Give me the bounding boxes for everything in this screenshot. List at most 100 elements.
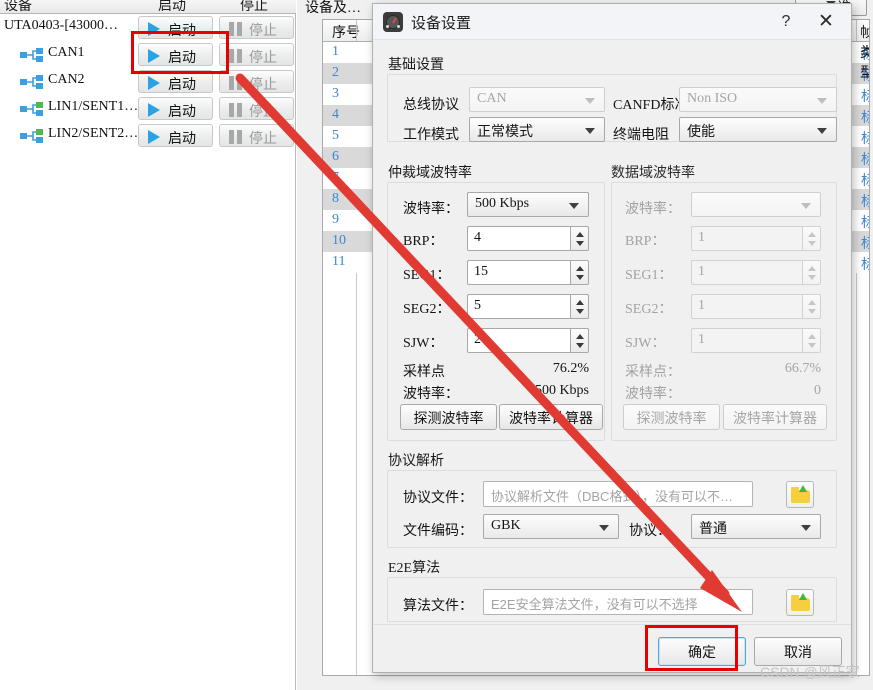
row-seq: 8: [332, 191, 339, 206]
arb-seg1-value: 15: [474, 264, 488, 279]
row-seq: 7: [332, 170, 339, 185]
arb-detect-baudrate-button[interactable]: 探测波特率: [400, 404, 497, 430]
terminal-resistor-label: 终端电阻: [613, 126, 669, 142]
play-icon: [148, 130, 160, 144]
help-button[interactable]: ?: [773, 10, 799, 34]
data-brp-stepper[interactable]: 1: [691, 226, 821, 251]
data-sjw-stepper[interactable]: 1: [691, 328, 821, 353]
arb-sample-point-value: 76.2%: [552, 361, 589, 376]
device-row-lin2[interactable]: LIN2/SENT2… 启动 停止: [0, 122, 296, 149]
stepper-up-icon[interactable]: [808, 232, 816, 237]
stepper-up-icon[interactable]: [808, 266, 816, 271]
stepper-up-icon[interactable]: [576, 232, 584, 237]
start-button-lin1[interactable]: 启动: [138, 97, 213, 120]
dialog-titlebar[interactable]: 设备设置 ? ✕: [373, 4, 851, 40]
protocol-file-input[interactable]: 协议解析文件（DBC格式），没有可以不…: [483, 481, 753, 507]
row-frame-type: 标…: [861, 191, 869, 211]
stepper-buttons[interactable]: [570, 260, 589, 285]
row-seq: 3: [332, 86, 339, 101]
stop-button-lin1[interactable]: 停止: [219, 97, 294, 120]
stepper-down-icon[interactable]: [808, 275, 816, 280]
arb-brp-label: BRP：: [403, 234, 444, 249]
data-seg2-stepper[interactable]: 1: [691, 294, 821, 319]
stepper-up-icon[interactable]: [808, 300, 816, 305]
close-icon[interactable]: ✕: [813, 10, 839, 34]
gauge-icon: [383, 12, 403, 32]
work-mode-label: 工作模式: [403, 126, 459, 142]
stepper-up-icon[interactable]: [576, 266, 584, 271]
device-name-label: LIN1/SENT1…: [48, 99, 139, 114]
e2e-file-label: 算法文件：: [403, 597, 473, 613]
start-button-label: 启动: [168, 105, 196, 120]
work-mode-select[interactable]: 正常模式: [469, 117, 605, 142]
data-detect-baudrate-button[interactable]: 探测波特率: [623, 404, 720, 430]
stepper-buttons[interactable]: [802, 328, 821, 353]
stepper-buttons[interactable]: [802, 260, 821, 285]
highlight-box-start-can1: [131, 31, 229, 74]
stepper-buttons[interactable]: [570, 226, 589, 251]
row-frame-type: 标…: [861, 170, 869, 190]
stepper-up-icon[interactable]: [576, 300, 584, 305]
open-folder-icon-e2e[interactable]: [786, 589, 814, 616]
start-button-lin2[interactable]: 启动: [138, 124, 213, 147]
device-name-label: UTA0403-[43000…: [4, 18, 118, 33]
open-folder-icon-protocol[interactable]: [786, 481, 814, 508]
stepper-down-icon[interactable]: [808, 241, 816, 246]
data-seg1-stepper[interactable]: 1: [691, 260, 821, 285]
protocol-encoding-label: 文件编码：: [403, 522, 473, 538]
play-icon: [148, 76, 160, 90]
terminal-resistor-select[interactable]: 使能: [679, 117, 837, 142]
data-baud-select[interactable]: [691, 192, 821, 217]
stop-button-can2[interactable]: 停止: [219, 70, 294, 93]
column-header-stop: 停止: [240, 0, 268, 14]
stepper-up-icon[interactable]: [808, 334, 816, 339]
protocol-encoding-value: GBK: [491, 518, 521, 533]
arb-baud-select[interactable]: 500 Kbps: [467, 192, 589, 217]
device-row-lin1[interactable]: LIN1/SENT1… 启动 停止: [0, 95, 296, 122]
row-seq: 10: [332, 233, 346, 248]
protocol-encoding-select[interactable]: GBK: [483, 514, 619, 539]
stepper-down-icon[interactable]: [576, 241, 584, 246]
section-title-protocol: 协议解析: [388, 452, 444, 468]
arb-sjw-stepper[interactable]: 2: [467, 328, 589, 353]
stop-button-lin2[interactable]: 停止: [219, 124, 294, 147]
arb-detect-baudrate-label: 探测波特率: [413, 410, 484, 426]
protocol-file-label: 协议文件：: [403, 489, 473, 505]
arb-seg2-stepper[interactable]: 5: [467, 294, 589, 319]
chevron-down-icon: [585, 98, 595, 104]
stop-button-label: 停止: [249, 78, 277, 93]
bus-protocol-select[interactable]: CAN: [469, 87, 605, 112]
arb-seg1-stepper[interactable]: 15: [467, 260, 589, 285]
stepper-buttons[interactable]: [802, 226, 821, 251]
row-frame-type: 标…: [861, 233, 869, 253]
stepper-down-icon[interactable]: [808, 309, 816, 314]
stepper-buttons[interactable]: [570, 294, 589, 319]
stepper-up-icon[interactable]: [576, 334, 584, 339]
lin-bus-icon: [20, 129, 43, 143]
data-brp-label: BRP：: [625, 234, 666, 249]
device-settings-dialog: 设备设置 ? ✕ 基础设置 总线协议 CAN CANFD标准 Non ISO 工…: [372, 3, 852, 673]
stepper-buttons[interactable]: [802, 294, 821, 319]
protocol-type-select[interactable]: 普通: [691, 514, 821, 539]
column-header-device: 设备: [4, 0, 32, 14]
stepper-down-icon[interactable]: [576, 309, 584, 314]
data-seg2-label: SEG2：: [625, 302, 673, 317]
chevron-down-icon: [599, 525, 609, 531]
canfd-standard-select[interactable]: Non ISO: [679, 87, 837, 112]
stepper-buttons[interactable]: [570, 328, 589, 353]
data-baudrate-calculator-button[interactable]: 波特率计算器: [723, 404, 827, 430]
row-seq: 11: [332, 254, 346, 269]
stepper-down-icon[interactable]: [808, 343, 816, 348]
data-seg2-value: 1: [698, 298, 705, 313]
arb-baudrate-calculator-label: 波特率计算器: [509, 410, 593, 426]
arb-baudrate-calculator-button[interactable]: 波特率计算器: [499, 404, 603, 430]
stop-button-device[interactable]: 停止: [219, 16, 294, 39]
bus-protocol-value: CAN: [477, 91, 507, 106]
section-title-arbitration: 仲裁域波特率: [388, 164, 472, 180]
e2e-file-input[interactable]: E2E安全算法文件，没有可以不选择: [483, 589, 753, 615]
arb-brp-stepper[interactable]: 4: [467, 226, 589, 251]
stepper-down-icon[interactable]: [576, 343, 584, 348]
stop-button-can1[interactable]: 停止: [219, 43, 294, 66]
stepper-down-icon[interactable]: [576, 275, 584, 280]
pause-icon: [229, 22, 242, 36]
